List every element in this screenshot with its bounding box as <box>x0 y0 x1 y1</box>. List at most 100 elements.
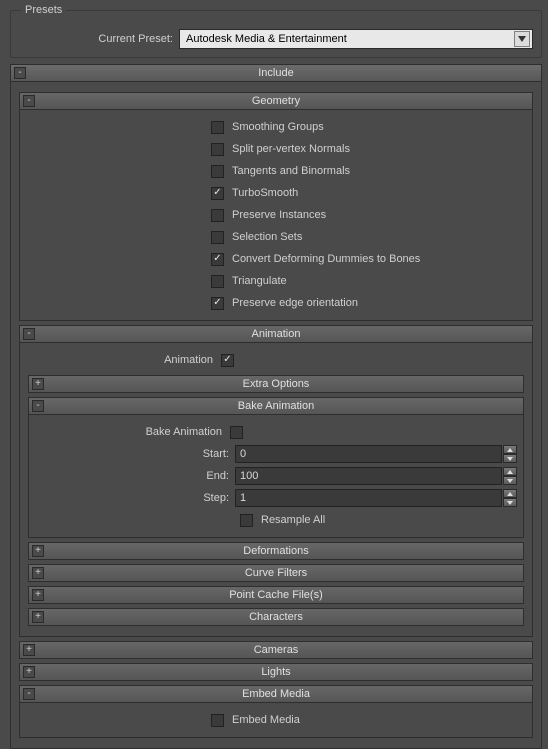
start-spinner[interactable] <box>503 445 517 463</box>
characters-header[interactable]: + Characters <box>28 608 524 626</box>
animation-checkbox[interactable] <box>221 354 234 367</box>
extra-options-rollout: + Extra Options <box>28 375 524 393</box>
geometry-rollout: - Geometry Smoothing Groups Split per-ver… <box>19 92 533 321</box>
extra-options-title: Extra Options <box>29 378 523 390</box>
animation-title: Animation <box>20 328 532 340</box>
end-spinner[interactable] <box>503 467 517 485</box>
embed-media-title: Embed Media <box>20 688 532 700</box>
lights-header[interactable]: + Lights <box>19 663 533 681</box>
minus-icon: - <box>23 688 35 700</box>
bake-animation-header[interactable]: - Bake Animation <box>28 397 524 415</box>
plus-icon: + <box>32 545 44 557</box>
step-input[interactable]: 1 <box>235 489 502 507</box>
minus-icon: - <box>23 328 35 340</box>
curve-filters-header[interactable]: + Curve Filters <box>28 564 524 582</box>
geometry-checkbox[interactable] <box>211 121 224 134</box>
animation-header[interactable]: - Animation <box>19 325 533 343</box>
geometry-option: Preserve edge orientation <box>26 292 526 314</box>
geometry-label: Tangents and Binormals <box>232 165 350 177</box>
minus-icon: - <box>14 67 26 79</box>
chevron-down-icon <box>503 498 517 507</box>
geometry-option: Selection Sets <box>26 226 526 248</box>
geometry-header[interactable]: - Geometry <box>19 92 533 110</box>
embed-media-rollout: - Embed Media Embed Media <box>19 685 533 738</box>
start-input[interactable]: 0 <box>235 445 502 463</box>
geometry-option: Convert Deforming Dummies to Bones <box>26 248 526 270</box>
plus-icon: + <box>23 666 35 678</box>
chevron-up-icon <box>503 467 517 476</box>
lights-rollout: + Lights <box>19 663 533 681</box>
resample-label: Resample All <box>261 514 325 526</box>
embed-media-header[interactable]: - Embed Media <box>19 685 533 703</box>
point-cache-rollout: + Point Cache File(s) <box>28 586 524 604</box>
bake-animation-rollout: - Bake Animation Bake Animation Start: 0 <box>28 397 524 538</box>
step-label: Step: <box>35 492 235 504</box>
cameras-header[interactable]: + Cameras <box>19 641 533 659</box>
geometry-option: Smoothing Groups <box>26 116 526 138</box>
plus-icon: + <box>32 378 44 390</box>
bake-animation-checkbox[interactable] <box>230 426 243 439</box>
geometry-checkbox[interactable] <box>211 187 224 200</box>
embed-media-checkbox[interactable] <box>211 714 224 727</box>
deformations-title: Deformations <box>29 545 523 557</box>
animation-rollout: - Animation Animation + Extra Options <box>19 325 533 637</box>
geometry-label: Selection Sets <box>232 231 302 243</box>
geometry-checkbox[interactable] <box>211 297 224 310</box>
current-preset-dropdown[interactable]: Autodesk Media & Entertainment <box>179 29 533 49</box>
geometry-label: TurboSmooth <box>232 187 298 199</box>
end-input[interactable]: 100 <box>235 467 502 485</box>
chevron-down-icon <box>503 454 517 463</box>
end-label: End: <box>35 470 235 482</box>
step-spinner[interactable] <box>503 489 517 507</box>
deformations-rollout: + Deformations <box>28 542 524 560</box>
bake-enable-label: Bake Animation <box>35 426 230 438</box>
geometry-checkbox[interactable] <box>211 231 224 244</box>
include-rollout: - Include - Geometry Smoothing Groups Spl… <box>10 64 542 749</box>
geometry-checkbox[interactable] <box>211 209 224 222</box>
lights-title: Lights <box>20 666 532 678</box>
geometry-option: Triangulate <box>26 270 526 292</box>
geometry-option: Preserve Instances <box>26 204 526 226</box>
cameras-rollout: + Cameras <box>19 641 533 659</box>
bake-animation-title: Bake Animation <box>29 400 523 412</box>
curve-filters-rollout: + Curve Filters <box>28 564 524 582</box>
geometry-label: Split per-vertex Normals <box>232 143 350 155</box>
start-label: Start: <box>35 448 235 460</box>
cameras-title: Cameras <box>20 644 532 656</box>
plus-icon: + <box>23 644 35 656</box>
point-cache-header[interactable]: + Point Cache File(s) <box>28 586 524 604</box>
extra-options-header[interactable]: + Extra Options <box>28 375 524 393</box>
geometry-label: Preserve edge orientation <box>232 297 358 309</box>
minus-icon: - <box>23 95 35 107</box>
geometry-option: Split per-vertex Normals <box>26 138 526 160</box>
geometry-option: TurboSmooth <box>26 182 526 204</box>
geometry-label: Triangulate <box>232 275 287 287</box>
geometry-label: Convert Deforming Dummies to Bones <box>232 253 420 265</box>
chevron-up-icon <box>503 445 517 454</box>
geometry-label: Smoothing Groups <box>232 121 324 133</box>
minus-icon: - <box>32 400 44 412</box>
geometry-checkbox[interactable] <box>211 253 224 266</box>
current-preset-value: Autodesk Media & Entertainment <box>186 33 347 45</box>
chevron-up-icon <box>503 489 517 498</box>
geometry-checkbox[interactable] <box>211 165 224 178</box>
resample-checkbox[interactable] <box>240 514 253 527</box>
embed-media-label: Embed Media <box>232 714 300 726</box>
plus-icon: + <box>32 611 44 623</box>
characters-title: Characters <box>29 611 523 623</box>
geometry-checkbox[interactable] <box>211 275 224 288</box>
presets-fieldset: Presets Current Preset: Autodesk Media &… <box>10 10 542 58</box>
geometry-title: Geometry <box>20 95 532 107</box>
animation-enable-label: Animation <box>26 354 221 366</box>
plus-icon: + <box>32 567 44 579</box>
deformations-header[interactable]: + Deformations <box>28 542 524 560</box>
chevron-down-icon <box>503 476 517 485</box>
geometry-checkbox[interactable] <box>211 143 224 156</box>
include-header[interactable]: - Include <box>10 64 542 82</box>
point-cache-title: Point Cache File(s) <box>29 589 523 601</box>
geometry-option: Tangents and Binormals <box>26 160 526 182</box>
characters-rollout: + Characters <box>28 608 524 626</box>
chevron-down-icon <box>514 31 530 47</box>
include-title: Include <box>11 67 541 79</box>
current-preset-label: Current Preset: <box>19 33 179 45</box>
